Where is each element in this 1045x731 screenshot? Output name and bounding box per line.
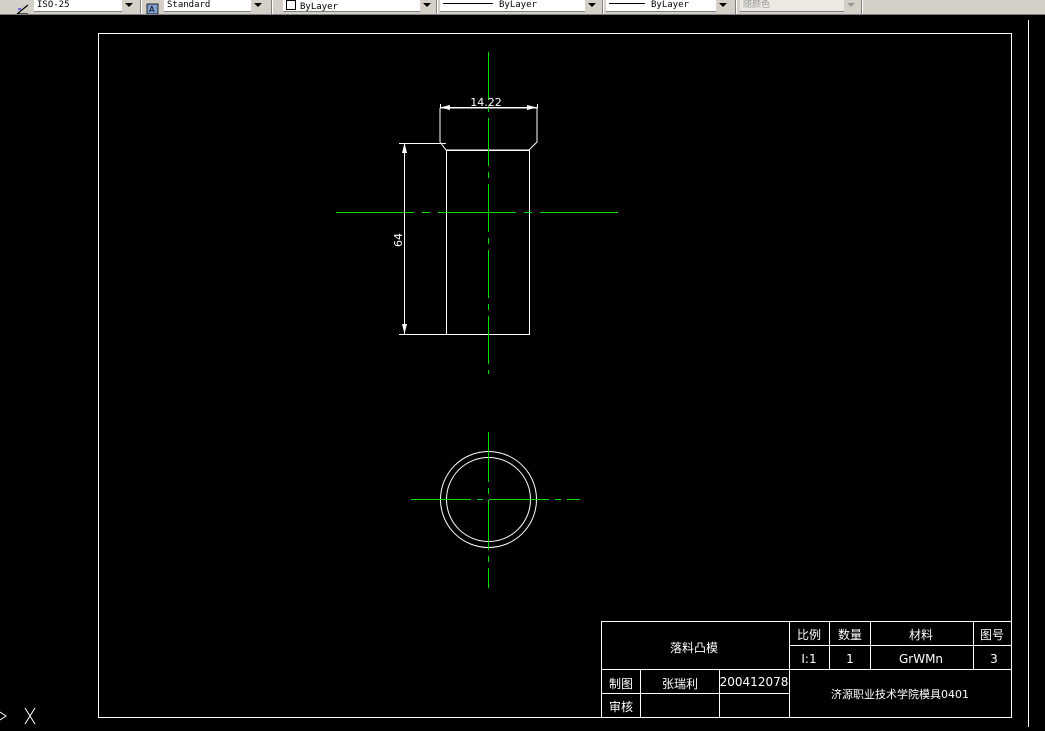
drawn-id: 200412078 xyxy=(720,675,789,689)
lineweight-value: ByLayer xyxy=(651,0,689,10)
drawn-label: 制图 xyxy=(609,677,633,691)
color-swatch-icon xyxy=(286,0,296,10)
dimstyle-dropdown-arrow[interactable] xyxy=(122,0,136,12)
checked-label: 审核 xyxy=(609,699,633,714)
linetype-value: ByLayer xyxy=(499,0,537,10)
lineweight-sample-icon xyxy=(609,3,645,4)
quantity-value: 1 xyxy=(846,652,854,666)
lineweight-dropdown-arrow[interactable] xyxy=(716,0,730,12)
lineweight-select[interactable]: ByLayer xyxy=(606,0,728,12)
toolbar-separator xyxy=(735,0,737,14)
color-value: ByLayer xyxy=(300,2,338,12)
color-select[interactable]: ByLayer xyxy=(283,0,423,12)
height-dimension: 64 xyxy=(392,143,446,335)
outer-border xyxy=(98,33,1012,718)
material-value: GrWMn xyxy=(899,652,943,666)
top-view xyxy=(411,432,580,588)
scale-label: 比例 xyxy=(797,628,821,642)
dim-width-text: 14.22 xyxy=(470,96,502,109)
quantity-label: 数量 xyxy=(838,627,862,642)
linetype-select[interactable]: ByLayer xyxy=(440,0,588,12)
plotstyle-value: 随颜色 xyxy=(743,0,771,10)
textstyle-dropdown-arrow[interactable] xyxy=(251,0,265,12)
ucs-arrow-icon xyxy=(0,711,7,721)
dim-arrow-icon xyxy=(402,324,407,334)
dim-arrow-icon xyxy=(402,143,407,153)
textstyle-select[interactable]: Standard xyxy=(164,0,254,12)
textstyle-value: Standard xyxy=(167,0,211,10)
width-dimension: 14.22 xyxy=(440,96,538,110)
properties-toolbar: ISO-25 A Standard ByLayer ByLayer ByLaye… xyxy=(0,0,1045,15)
color-dropdown-arrow[interactable] xyxy=(420,0,434,12)
dimstyle-value: ISO-25 xyxy=(37,0,70,10)
linetype-sample-icon xyxy=(443,3,493,4)
ucs-icon xyxy=(0,707,36,725)
toolbar-separator xyxy=(602,0,604,14)
material-label: 材料 xyxy=(909,628,933,642)
title-block-text: 落料凸模 比例 I:1 数量 1 材料 GrWMn 图号 3 制图 张瑞利 20… xyxy=(609,627,1004,714)
part-name: 落料凸模 xyxy=(670,641,718,655)
toolbar-separator xyxy=(140,0,142,14)
toolbar-separator xyxy=(271,0,273,14)
dimstyle-icon[interactable] xyxy=(16,0,30,14)
school-name: 济源职业技术学院模具0401 xyxy=(831,687,969,701)
linetype-dropdown-arrow[interactable] xyxy=(585,0,599,12)
svg-text:A: A xyxy=(149,5,155,14)
drawing-svg: 14.22 64 落料凸模 比例 I:1 数量 1 材料 GrWMn 图号 3 … xyxy=(0,20,1029,727)
toolbar-separator xyxy=(861,0,863,14)
textstyle-icon[interactable]: A xyxy=(146,0,160,14)
scale-value: I:1 xyxy=(801,652,816,666)
drawn-by: 张瑞利 xyxy=(662,677,698,691)
dim-arrow-icon xyxy=(527,105,537,110)
dim-height-text: 64 xyxy=(392,233,405,247)
toolbar-separator xyxy=(436,0,438,14)
dimstyle-select[interactable]: ISO-25 xyxy=(34,0,126,12)
plotstyle-dropdown-arrow xyxy=(844,0,858,12)
dim-arrow-icon xyxy=(440,105,450,110)
plotstyle-select: 随颜色 xyxy=(740,0,858,12)
drawing-no-label: 图号 xyxy=(980,628,1004,642)
drawing-canvas[interactable]: 14.22 64 落料凸模 比例 I:1 数量 1 材料 GrWMn 图号 3 … xyxy=(0,15,1045,727)
drawing-no-value: 3 xyxy=(990,652,998,666)
